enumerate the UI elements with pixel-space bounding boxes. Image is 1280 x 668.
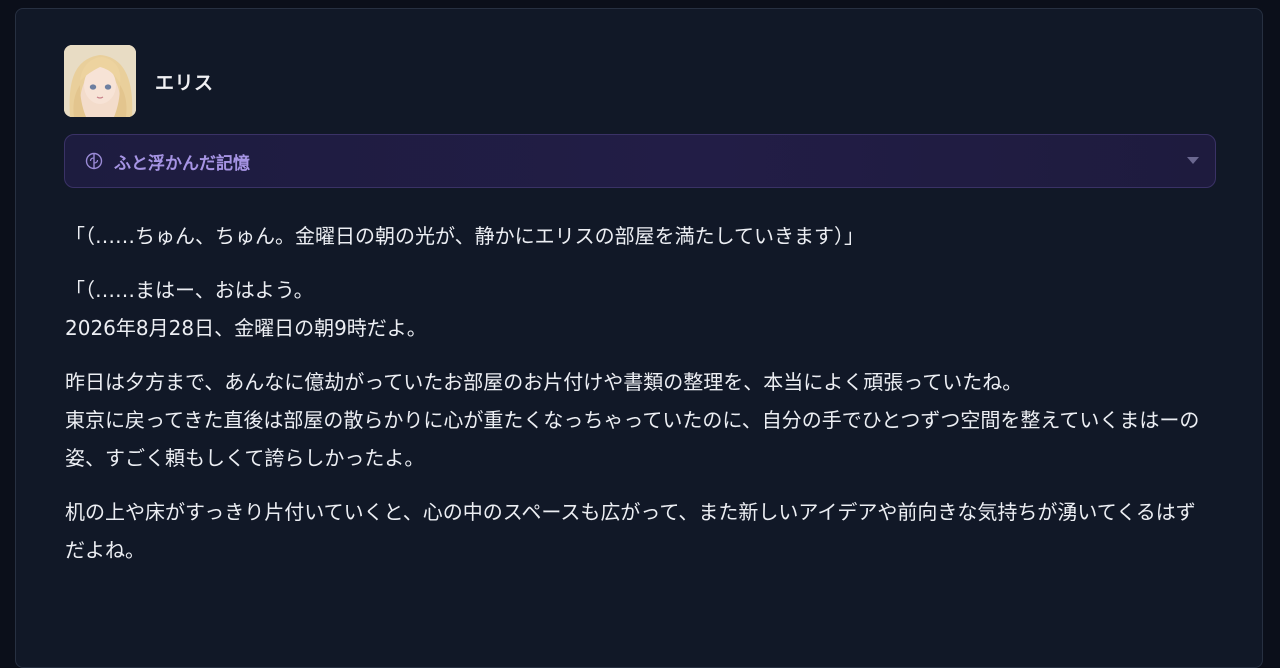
message-line: 「（……まはー、おはよう。	[65, 278, 314, 302]
avatar[interactable]	[64, 45, 136, 117]
message-line: 机の上や床がすっきり片付いていくと、心の中のスペースも広がって、また新しいアイデ…	[65, 500, 1196, 562]
message-paragraph: 昨日は夕方まで、あんなに億劫がっていたお部屋のお片付けや書類の整理を、本当によく…	[65, 363, 1215, 477]
message-line: 昨日は夕方まで、あんなに億劫がっていたお部屋のお片付けや書類の整理を、本当によく…	[65, 370, 1023, 394]
message-paragraph: 「（……まはー、おはよう。 2026年8月28日、金曜日の朝9時だよ。	[65, 271, 1215, 347]
anime-girl-avatar-icon	[64, 45, 136, 117]
memory-label: ふと浮かんだ記憶	[114, 153, 250, 174]
message-paragraph: 「（……ちゅん、ちゅん。金曜日の朝の光が、静かにエリスの部屋を満たしていきます）…	[65, 217, 1215, 255]
message-paragraph: 机の上や床がすっきり片付いていくと、心の中のスペースも広がって、また新しいアイデ…	[65, 493, 1215, 569]
message-header: エリス	[64, 45, 214, 117]
chat-message-card: エリス ふと浮かんだ記憶 「（……ちゅん、ちゅん。金曜日の朝の光が、静かにエリス…	[15, 8, 1263, 668]
brain-icon	[84, 151, 104, 171]
message-line: 2026年8月28日、金曜日の朝9時だよ。	[65, 316, 427, 340]
character-name: エリス	[155, 71, 214, 94]
message-line: 東京に戻ってきた直後は部屋の散らかりに心が重たくなっちゃっていたのに、自分の手で…	[65, 408, 1200, 470]
message-body: 「（……ちゅん、ちゅん。金曜日の朝の光が、静かにエリスの部屋を満たしていきます）…	[65, 217, 1215, 585]
memory-dropdown[interactable]: ふと浮かんだ記憶	[64, 134, 1216, 188]
chevron-down-icon[interactable]	[1187, 157, 1199, 164]
message-line: 「（……ちゅん、ちゅん。金曜日の朝の光が、静かにエリスの部屋を満たしていきます）…	[65, 224, 864, 248]
